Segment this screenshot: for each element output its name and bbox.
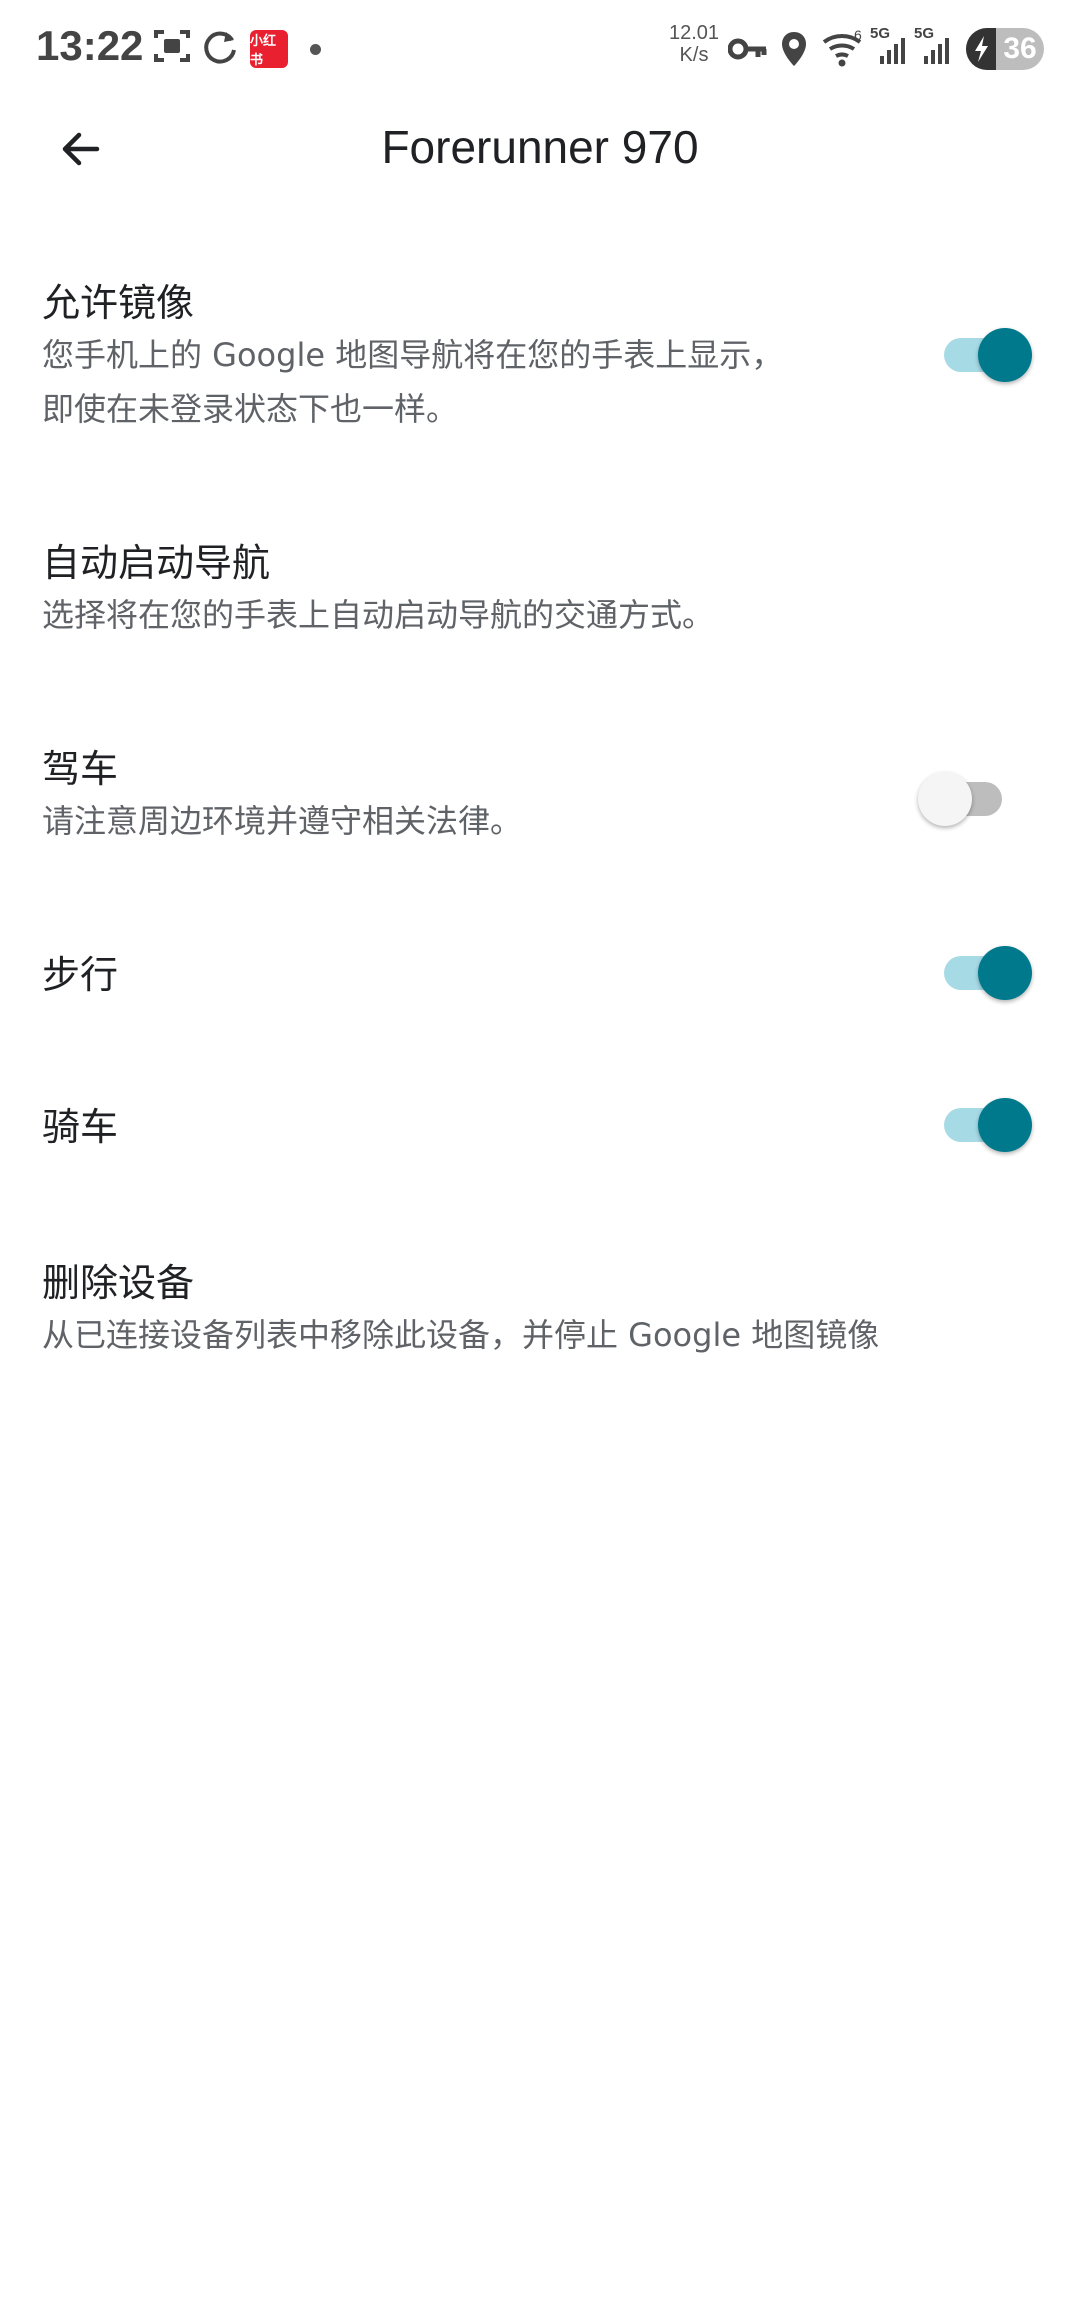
setting-title: 删除设备 (42, 1261, 195, 1305)
net-speed-unit: K/s (679, 44, 709, 66)
driving-toggle[interactable] (918, 766, 1008, 826)
settings-screen: 13:22 小红书 12.01 K/s 6 5G 5G 36 Forerunne… (0, 0, 1080, 2316)
setting-title: 自动启动导航 (42, 541, 271, 585)
wifi-label: 6 (854, 28, 862, 43)
allow-mirroring-toggle[interactable] (938, 322, 1032, 382)
setting-cycling[interactable]: 骑车 (0, 1072, 1080, 1182)
location-icon (780, 30, 808, 72)
sync-icon (200, 26, 240, 70)
setting-driving[interactable]: 驾车 请注意周边环境并遵守相关法律。 (0, 726, 1080, 856)
vpn-key-icon (727, 32, 768, 70)
net-speed-value: 12.01 (668, 22, 720, 44)
walking-toggle[interactable] (938, 940, 1032, 1000)
battery-charging-icon: 36 (966, 28, 1044, 70)
toggle-thumb (978, 328, 1032, 382)
signal-label-2: 5G (914, 25, 934, 42)
setting-description: 您手机上的 Google 地图导航将在您的手表上显示， 即使在未登录状态下也一样… (42, 328, 902, 436)
network-speed: 12.01 K/s (664, 22, 724, 66)
signal-icon-1: 5G (870, 24, 910, 72)
setting-auto-start-navigation: 自动启动导航 选择将在您的手表上自动启动导航的交通方式。 (0, 520, 1080, 650)
wifi-icon: 6 (822, 27, 866, 72)
status-time: 13:22 (36, 22, 144, 69)
status-bar: 13:22 小红书 12.01 K/s 6 5G 5G 36 (0, 0, 1080, 98)
setting-title: 步行 (42, 953, 119, 997)
toggle-thumb (978, 946, 1032, 1000)
setting-description: 请注意周边环境并遵守相关法律。 (42, 802, 523, 840)
battery-level: 36 (1003, 32, 1037, 65)
setting-title: 允许镜像 (42, 281, 195, 325)
setting-walking[interactable]: 步行 (0, 920, 1080, 1030)
screenshot-icon (152, 26, 192, 70)
desc-line: 即使在未登录状态下也一样。 (42, 390, 459, 428)
app-notification-icon: 小红书 (250, 30, 288, 68)
toggle-thumb (918, 772, 972, 826)
setting-allow-mirroring[interactable]: 允许镜像 您手机上的 Google 地图导航将在您的手表上显示， 即使在未登录状… (0, 260, 1080, 460)
setting-remove-device[interactable]: 删除设备 从已连接设备列表中移除此设备，并停止 Google 地图镜像 (0, 1238, 1080, 1368)
notification-dot (310, 44, 321, 55)
setting-title: 骑车 (42, 1105, 119, 1149)
toggle-thumb (978, 1098, 1032, 1152)
page-title: Forerunner 970 (381, 121, 699, 173)
desc-line: 您手机上的 Google 地图导航将在您的手表上显示， (42, 336, 784, 374)
signal-icon-2: 5G (914, 24, 954, 72)
app-bar: Forerunner 970 (0, 98, 1080, 248)
signal-label-1: 5G (870, 25, 890, 42)
cycling-toggle[interactable] (938, 1092, 1032, 1152)
setting-description: 选择将在您的手表上自动启动导航的交通方式。 (42, 596, 715, 634)
setting-title: 驾车 (42, 747, 119, 791)
setting-description: 从已连接设备列表中移除此设备，并停止 Google 地图镜像 (42, 1316, 880, 1354)
